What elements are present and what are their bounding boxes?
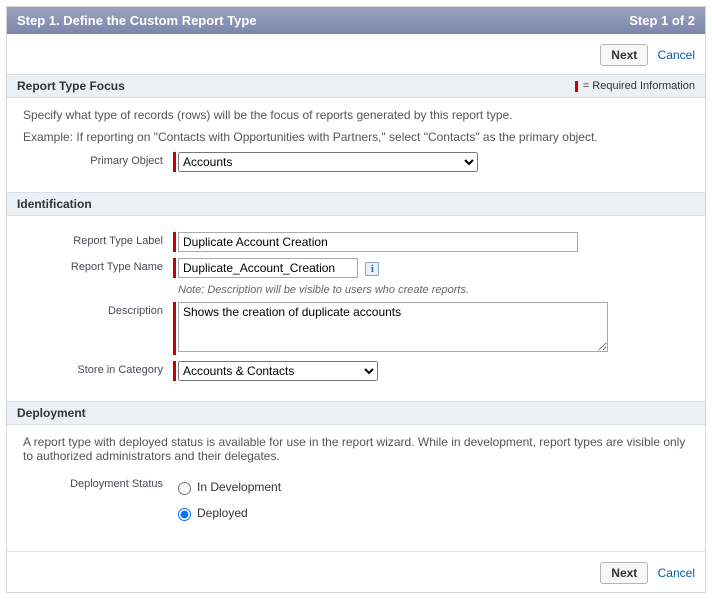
required-bar	[173, 258, 176, 278]
section-body-deployment: A report type with deployed status is av…	[7, 425, 705, 551]
radio-deployed-row: Deployed	[173, 505, 689, 521]
report-type-label-label: Report Type Label	[23, 232, 173, 247]
next-button[interactable]: Next	[600, 44, 648, 66]
radio-in-development-row: In Development	[173, 479, 689, 495]
deployment-status-row: Deployment Status In Development Deploye…	[23, 475, 689, 531]
section-header-deployment: Deployment	[7, 401, 705, 425]
cancel-link[interactable]: Cancel	[658, 48, 695, 62]
required-legend-text: = Required Information	[583, 80, 695, 92]
section-header-focus: Report Type Focus = Required Information	[7, 74, 705, 98]
deployment-help: A report type with deployed status is av…	[23, 435, 689, 463]
primary-object-label: Primary Object	[23, 152, 173, 167]
description-label: Description	[23, 302, 173, 317]
description-row: Description Shows the creation of duplic…	[23, 302, 689, 355]
category-row: Store in Category Accounts & Contacts	[23, 361, 689, 381]
section-body-identification: Report Type Label Report Type Name i Not…	[7, 216, 705, 401]
section-title-identification: Identification	[17, 197, 92, 211]
report-type-label-input[interactable]	[178, 232, 578, 252]
top-action-bar: Next Cancel	[7, 34, 705, 74]
category-select[interactable]: Accounts & Contacts	[178, 361, 378, 381]
section-title-deployment: Deployment	[17, 406, 86, 420]
report-type-name-input[interactable]	[178, 258, 358, 278]
required-legend: = Required Information	[575, 80, 695, 92]
bottom-action-bar: Next Cancel	[7, 551, 705, 592]
info-icon[interactable]: i	[365, 262, 379, 276]
deployment-status-label: Deployment Status	[23, 475, 173, 490]
report-type-name-label: Report Type Name	[23, 258, 173, 273]
wizard-step-indicator: Step 1 of 2	[629, 13, 695, 28]
section-title-focus: Report Type Focus	[17, 79, 125, 93]
focus-help-1: Specify what type of records (rows) will…	[23, 108, 689, 122]
cancel-link[interactable]: Cancel	[658, 566, 695, 580]
description-note: Note: Description will be visible to use…	[178, 284, 689, 296]
focus-help-2: Example: If reporting on "Contacts with …	[23, 130, 689, 144]
required-bar	[173, 232, 176, 252]
primary-object-row: Primary Object Accounts	[23, 152, 689, 172]
section-header-identification: Identification	[7, 192, 705, 216]
wizard-title: Step 1. Define the Custom Report Type	[17, 13, 257, 28]
next-button[interactable]: Next	[600, 562, 648, 584]
radio-in-development[interactable]	[178, 482, 191, 495]
report-type-name-row: Report Type Name i	[23, 258, 689, 278]
primary-object-select[interactable]: Accounts	[178, 152, 478, 172]
required-bar	[173, 361, 176, 381]
wizard-header: Step 1. Define the Custom Report Type St…	[7, 7, 705, 34]
category-label: Store in Category	[23, 361, 173, 376]
section-body-focus: Specify what type of records (rows) will…	[7, 98, 705, 192]
page-container: Step 1. Define the Custom Report Type St…	[6, 6, 706, 593]
required-bar	[173, 152, 176, 172]
radio-in-development-label: In Development	[197, 480, 281, 494]
required-bar-icon	[575, 81, 578, 92]
description-textarea[interactable]: Shows the creation of duplicate accounts	[178, 302, 608, 352]
radio-deployed[interactable]	[178, 508, 191, 521]
radio-deployed-label: Deployed	[197, 506, 248, 520]
required-bar	[173, 302, 176, 355]
report-type-label-row: Report Type Label	[23, 232, 689, 252]
